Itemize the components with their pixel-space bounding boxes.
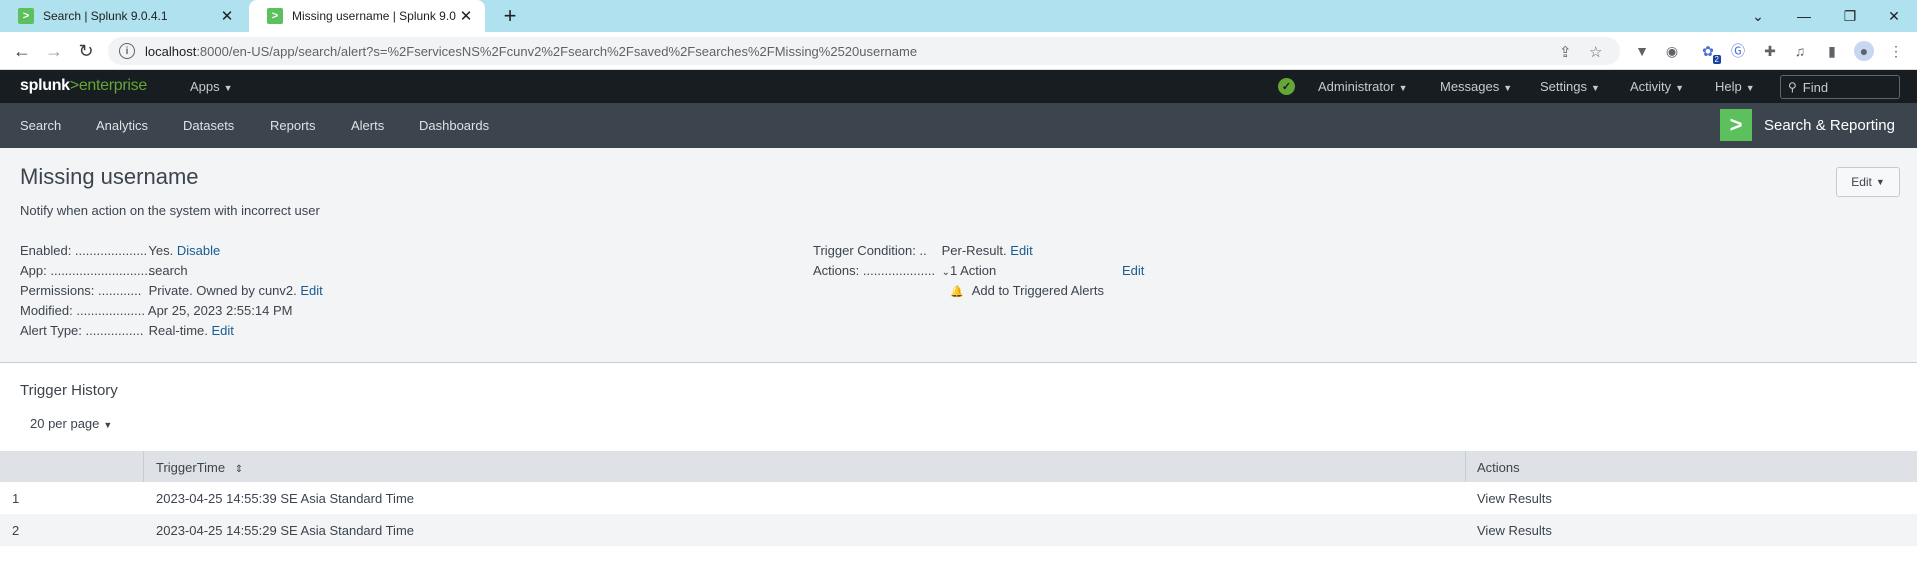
tab-close-icon[interactable]: ✕ [457,7,475,25]
menu-administrator[interactable]: Administrator ▼ [1318,79,1408,94]
nav-analytics[interactable]: Analytics [96,118,148,133]
browser-tabstrip: > Search | Splunk 9.0.4.1 ✕ > Missing us… [0,0,1917,32]
menu-settings[interactable]: Settings ▼ [1540,79,1600,94]
nav-alerts[interactable]: Alerts [351,118,384,133]
per-page-dropdown[interactable]: 20 per page ▼ [30,416,112,431]
edit-permissions-link[interactable]: Edit [300,283,322,298]
column-header-actions: Actions [1477,460,1520,475]
column-header-triggertime[interactable]: TriggerTime ⇕ [156,460,243,475]
extension-badge-count: 2 [1712,55,1721,64]
splunk-logo[interactable]: splunk>enterprise [20,77,147,95]
trigger-history-title: Trigger History [20,382,118,399]
extensions-puzzle-icon[interactable]: ✚ [1760,41,1780,61]
share-icon[interactable]: ⇪ [1559,43,1572,61]
field-modified: Modified: ................... Apr 25, 20… [20,303,293,318]
chevron-down-icon: ⌄ [941,267,951,278]
action-item: 🔔 Add to Triggered Alerts [950,283,1104,298]
app-bar: Search Analytics Datasets Reports Alerts… [0,103,1917,148]
trigger-time: 2023-04-25 14:55:39 SE Asia Standard Tim… [156,491,415,506]
reload-icon[interactable]: ↻ [74,39,98,63]
disable-link[interactable]: Disable [177,243,220,258]
minimize-icon[interactable]: — [1781,0,1827,32]
field-actions: Actions: .................... ⌄1 Action [813,263,997,278]
bookmark-star-icon[interactable]: ☆ [1589,43,1602,61]
tab-title: Missing username | Splunk 9.0.4.1 [292,9,457,23]
back-icon[interactable]: ← [10,39,34,63]
splunk-favicon-icon: > [18,8,34,24]
side-panel-icon[interactable]: ▮ [1822,41,1842,61]
browser-tab-search[interactable]: > Search | Splunk 9.0.4.1 ✕ [0,0,246,32]
media-control-icon[interactable]: ♫ [1790,41,1810,61]
field-permissions: Permissions: ............ Private. Owned… [20,283,323,298]
menu-activity[interactable]: Activity ▼ [1630,79,1684,94]
find-input[interactable]: ⚲ Find [1780,75,1900,99]
alert-description: Notify when action on the system with in… [20,203,320,218]
search-reporting-app-icon: > [1720,109,1752,141]
browser-tab-missing-username[interactable]: > Missing username | Splunk 9.0.4.1 ✕ [249,0,485,32]
field-trigger-condition: Trigger Condition: .. Per-Result. Edit [813,243,1033,258]
menu-messages[interactable]: Messages ▼ [1440,79,1512,94]
column-divider [143,451,144,482]
window-close-icon[interactable]: ✕ [1871,0,1917,32]
view-results-link[interactable]: View Results [1477,491,1552,506]
edit-actions-link[interactable]: Edit [1122,263,1144,278]
row-number: 1 [12,491,20,506]
app-title: Search & Reporting [1764,117,1895,134]
actions-toggle[interactable]: ⌄1 Action [942,263,997,278]
history-table-header: TriggerTime ⇕ Actions [0,451,1917,482]
search-icon: ⚲ [1788,80,1797,94]
splunk-header: splunk>enterprise Apps ▼ ✓ Administrator ▼… [0,70,1917,103]
tab-title: Search | Splunk 9.0.4.1 [43,9,168,23]
edit-alert-type-link[interactable]: Edit [212,323,234,338]
camera-icon[interactable]: ◉ [1662,41,1682,61]
splunk-favicon-icon: > [267,8,283,24]
address-bar[interactable]: i localhost:8000/en-US/app/search/alert?… [108,37,1620,65]
table-row: 1 2023-04-25 14:55:39 SE Asia Standard T… [0,482,1917,514]
extension-badge-icon[interactable]: ✿ 2 [1698,41,1721,64]
row-number: 2 [12,523,20,538]
edit-trigger-condition-link[interactable]: Edit [1010,243,1032,258]
field-enabled: Enabled: .................... Yes. Disab… [20,243,221,258]
restore-icon[interactable]: ❐ [1827,0,1873,32]
browser-toolbar: ← → ↻ i localhost:8000/en-US/app/search/… [0,32,1917,70]
field-app: App: ............................. searc… [20,263,188,278]
column-divider [1465,451,1466,482]
translate-icon[interactable]: Ⓖ [1728,41,1748,61]
profile-avatar-icon[interactable]: ● [1854,41,1874,61]
view-results-link[interactable]: View Results [1477,523,1552,538]
extension-v-icon[interactable]: ▼ [1632,41,1652,61]
health-status-ok-icon[interactable]: ✓ [1278,78,1295,95]
field-alert-type: Alert Type: ................ Real-time. … [20,323,234,338]
page-title: Missing username [20,164,199,189]
tab-search-chevron-icon[interactable]: ⌄ [1735,0,1781,32]
nav-datasets[interactable]: Datasets [183,118,234,133]
menu-help[interactable]: Help ▼ [1715,79,1755,94]
new-tab-icon[interactable]: + [498,3,522,29]
bell-icon: 🔔 [950,286,964,298]
site-info-icon[interactable]: i [119,43,135,59]
browser-menu-icon[interactable]: ⋮ [1886,41,1906,61]
trigger-time: 2023-04-25 14:55:29 SE Asia Standard Tim… [156,523,415,538]
table-row: 2 2023-04-25 14:55:29 SE Asia Standard T… [0,514,1917,546]
sort-icon: ⇕ [234,464,244,475]
nav-search[interactable]: Search [20,118,61,133]
nav-dashboards[interactable]: Dashboards [419,118,489,133]
edit-alert-button[interactable]: Edit ▼ [1836,167,1900,197]
nav-reports[interactable]: Reports [270,118,316,133]
alert-details-panel: Missing username Notify when action on t… [0,148,1917,363]
forward-icon[interactable]: → [42,39,66,63]
address-url: localhost:8000/en-US/app/search/alert?s=… [145,43,918,59]
tab-close-icon[interactable]: ✕ [218,7,236,25]
apps-menu[interactable]: Apps ▼ [190,79,233,94]
